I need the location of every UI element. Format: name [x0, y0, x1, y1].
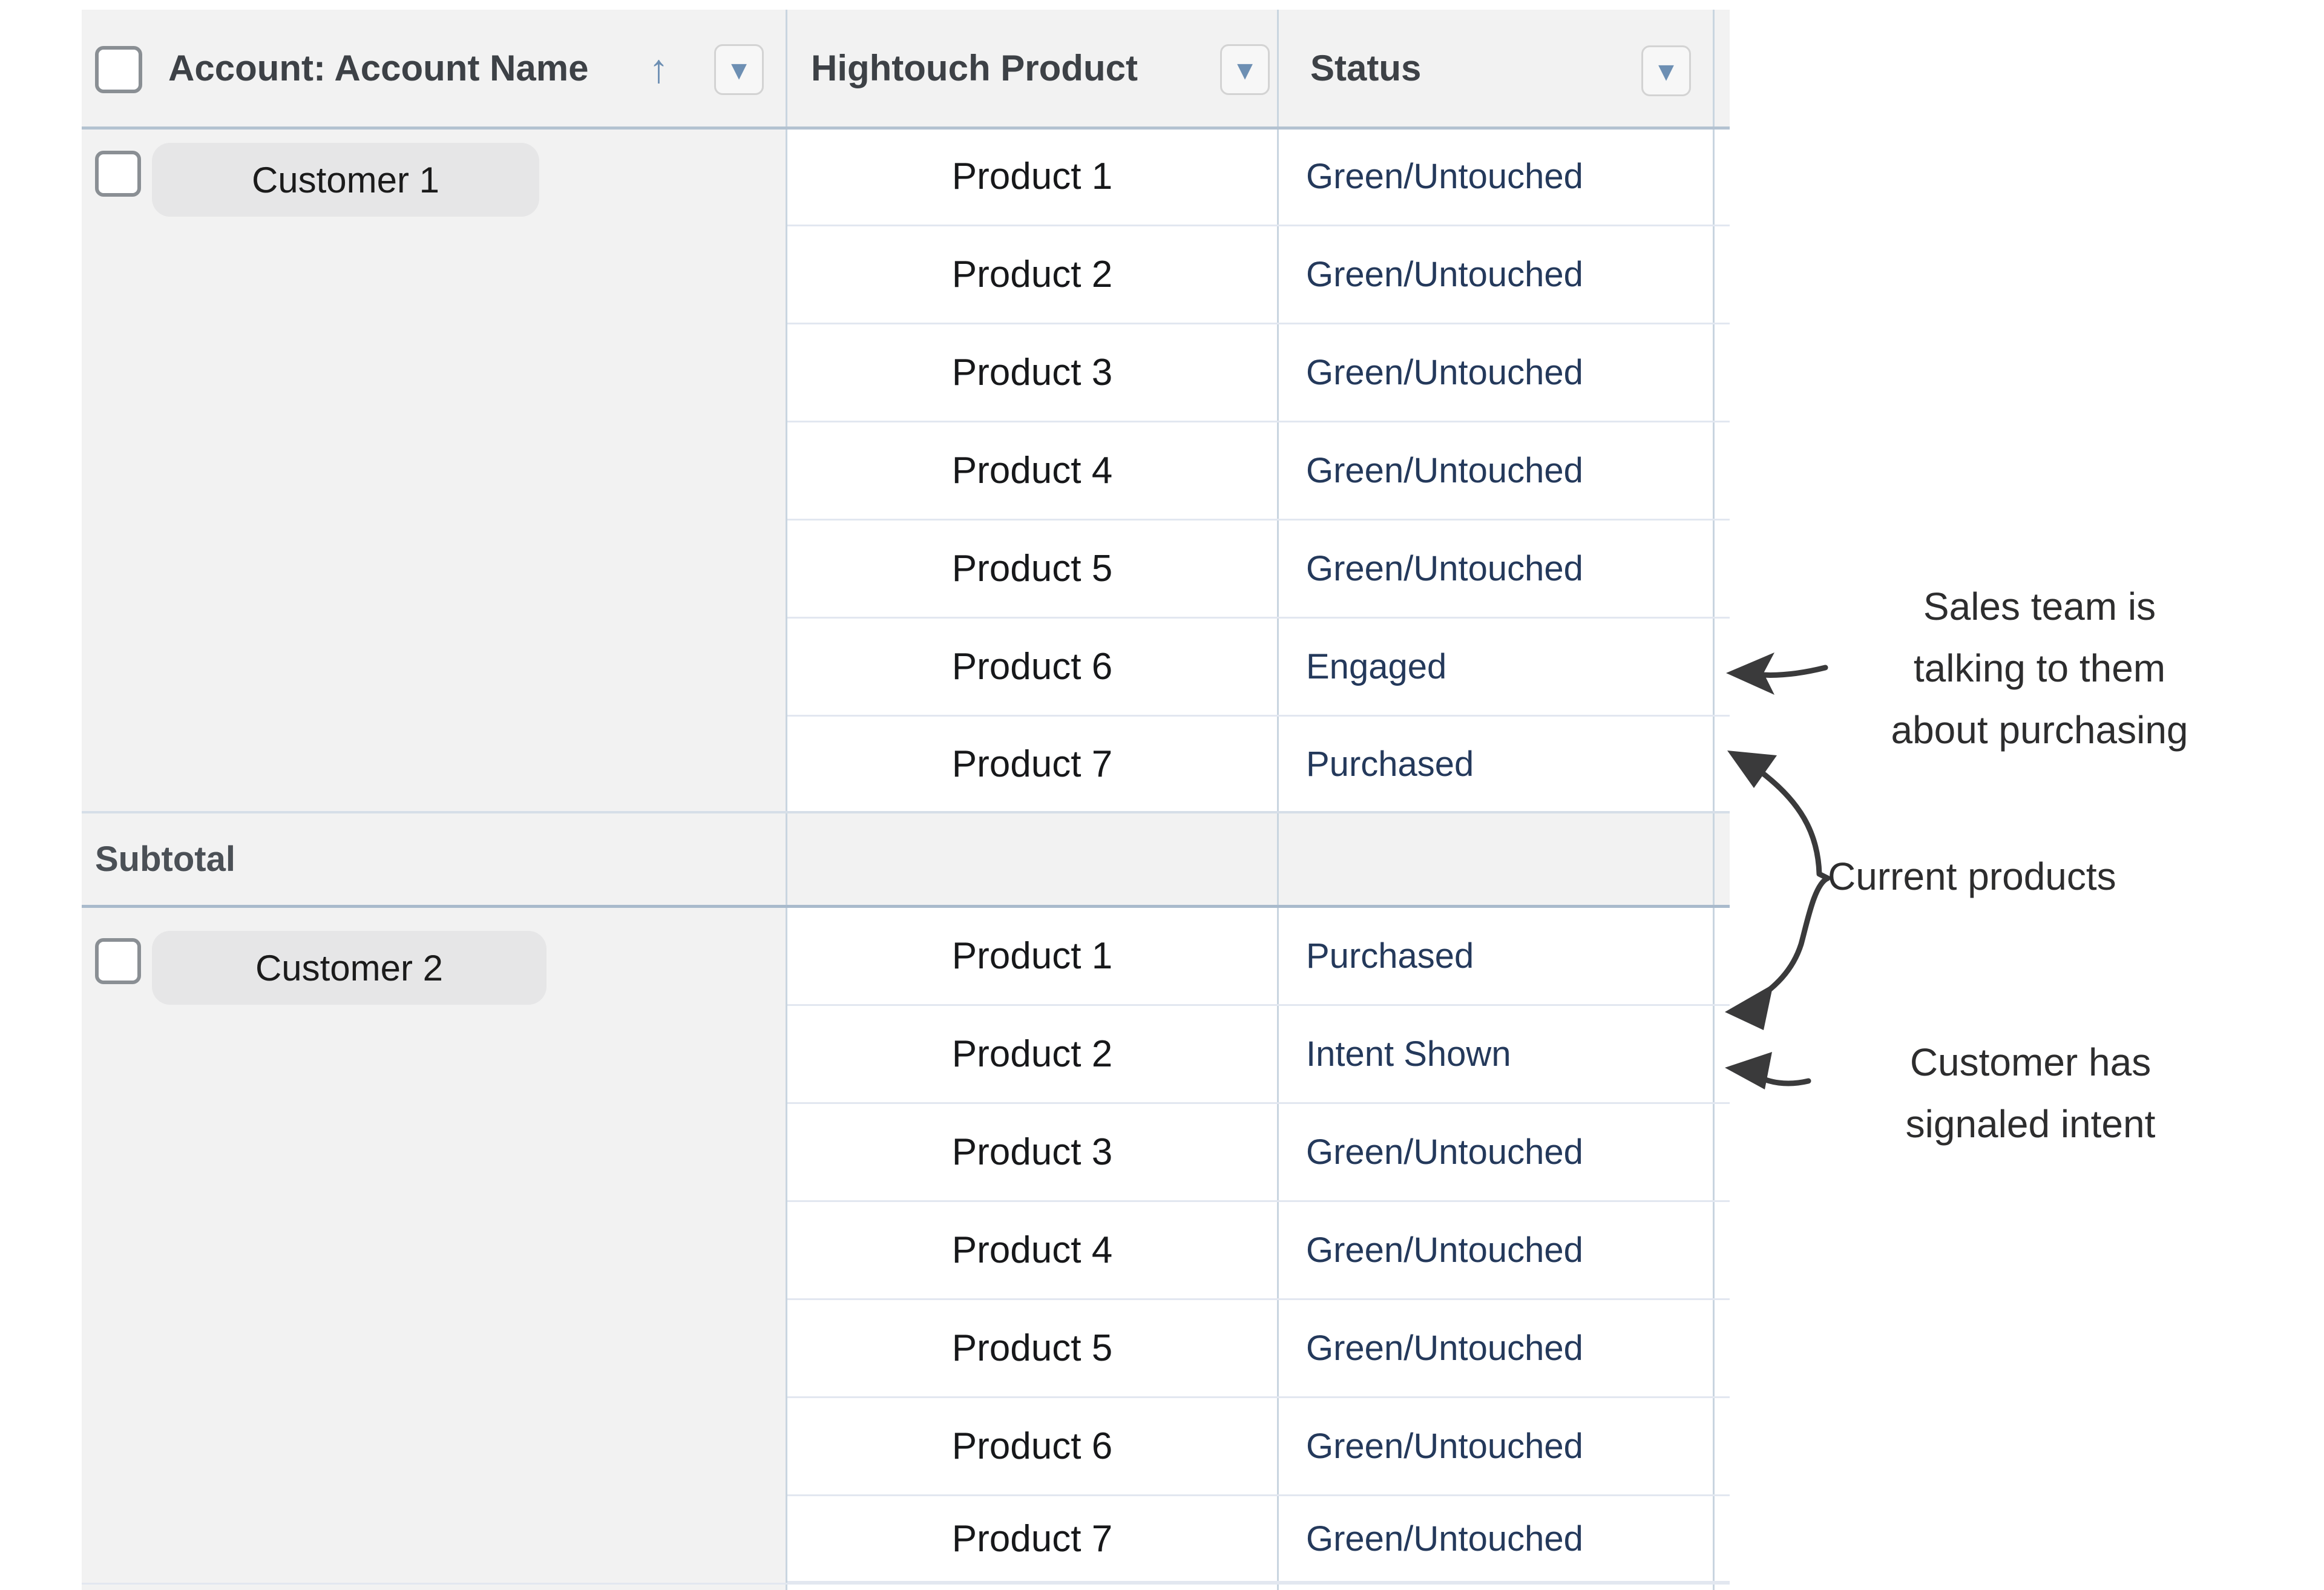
- status-cell: Green/Untouched: [1277, 422, 1730, 519]
- table-row: Product 1 Purchased: [787, 908, 1730, 1006]
- current-products-brace: [1751, 765, 1828, 1001]
- status-cell: Green/Untouched: [1277, 1300, 1730, 1396]
- brace-bottom-arrowhead: [1725, 984, 1773, 1030]
- status-cell: Purchased: [1277, 717, 1730, 811]
- intent-arrowhead: [1725, 1052, 1772, 1089]
- status-cell: Green/Untouched: [1277, 1104, 1730, 1200]
- table-row: Product 2 Green/Untouched: [787, 226, 1730, 324]
- engaged-arrowhead: [1726, 652, 1774, 695]
- table-bottom-border: [82, 1583, 1730, 1585]
- subtotal-label: Subtotal: [95, 813, 235, 905]
- status-cell: Engaged: [1277, 619, 1730, 715]
- sort-ascending-icon[interactable]: ↑: [649, 10, 669, 126]
- annotation-signaled-intent: Customer has signaled intent: [1800, 1031, 2260, 1155]
- product-cell: Product 3: [787, 1104, 1277, 1200]
- customer-2-rows: Product 1 Purchased Product 2 Intent Sho…: [787, 908, 1730, 1583]
- table-row: Product 3 Green/Untouched: [787, 1104, 1730, 1202]
- account-column-menu-button[interactable]: ▼: [714, 44, 764, 95]
- customer-1-checkbox[interactable]: [95, 151, 141, 197]
- product-cell: Product 6: [787, 1398, 1277, 1494]
- column-header-status[interactable]: Status: [1310, 10, 1421, 126]
- table-row: Product 7 Purchased: [787, 717, 1730, 811]
- table-row: Product 6 Green/Untouched: [787, 1398, 1730, 1496]
- column-header-product[interactable]: Hightouch Product: [811, 10, 1138, 126]
- status-cell: Green/Untouched: [1277, 1202, 1730, 1298]
- product-column-menu-button[interactable]: ▼: [1220, 44, 1270, 95]
- annotation-sales-team: Sales team is talking to them about purc…: [1810, 576, 2270, 761]
- product-cell: Product 5: [787, 521, 1277, 617]
- product-cell: Product 6: [787, 619, 1277, 715]
- product-cell: Product 1: [787, 128, 1277, 225]
- product-cell: Product 1: [787, 908, 1277, 1004]
- table-row: Product 5 Green/Untouched: [787, 521, 1730, 619]
- table-row: Product 7 Green/Untouched: [787, 1496, 1730, 1583]
- status-cell: Green/Untouched: [1277, 521, 1730, 617]
- table-row: Product 2 Intent Shown: [787, 1006, 1730, 1104]
- status-cell: Green/Untouched: [1277, 324, 1730, 421]
- chevron-down-icon: ▼: [1653, 59, 1679, 85]
- account-name-customer-2: Customer 2: [152, 931, 547, 1005]
- status-cell: Green/Untouched: [1277, 1496, 1730, 1581]
- account-column-background: [82, 10, 786, 1590]
- table-row: Product 1 Green/Untouched: [787, 128, 1730, 226]
- product-cell: Product 5: [787, 1300, 1277, 1396]
- table-row: Product 4 Green/Untouched: [787, 422, 1730, 521]
- account-name-customer-1: Customer 1: [152, 143, 539, 217]
- annotation-current-products: Current products: [1828, 846, 2288, 907]
- customer-1-rows: Product 1 Green/Untouched Product 2 Gree…: [787, 128, 1730, 811]
- status-cell: Green/Untouched: [1277, 1398, 1730, 1494]
- table-row: Product 5 Green/Untouched: [787, 1300, 1730, 1398]
- product-cell: Product 2: [787, 1006, 1277, 1102]
- customer-2-checkbox[interactable]: [95, 938, 141, 984]
- product-cell: Product 4: [787, 1202, 1277, 1298]
- subtotal-top-border: [82, 811, 1730, 813]
- chevron-down-icon: ▼: [1232, 57, 1258, 84]
- chevron-down-icon: ▼: [726, 57, 752, 84]
- status-cell: Purchased: [1277, 908, 1730, 1004]
- column-header-account[interactable]: Account: Account Name: [168, 10, 589, 126]
- product-cell: Product 2: [787, 226, 1277, 323]
- table-row: Product 4 Green/Untouched: [787, 1202, 1730, 1300]
- status-cell: Green/Untouched: [1277, 226, 1730, 323]
- table-row: Product 6 Engaged: [787, 619, 1730, 717]
- product-cell: Product 4: [787, 422, 1277, 519]
- table-row: Product 3 Green/Untouched: [787, 324, 1730, 422]
- product-cell: Product 7: [787, 717, 1277, 811]
- product-cell: Product 3: [787, 324, 1277, 421]
- status-cell: Green/Untouched: [1277, 128, 1730, 225]
- brace-top-arrowhead: [1727, 751, 1777, 788]
- subtotal-row-background: [82, 811, 1730, 905]
- product-cell: Product 7: [787, 1496, 1277, 1581]
- status-cell: Intent Shown: [1277, 1006, 1730, 1102]
- status-column-menu-button[interactable]: ▼: [1641, 45, 1691, 96]
- select-all-checkbox[interactable]: [95, 46, 142, 93]
